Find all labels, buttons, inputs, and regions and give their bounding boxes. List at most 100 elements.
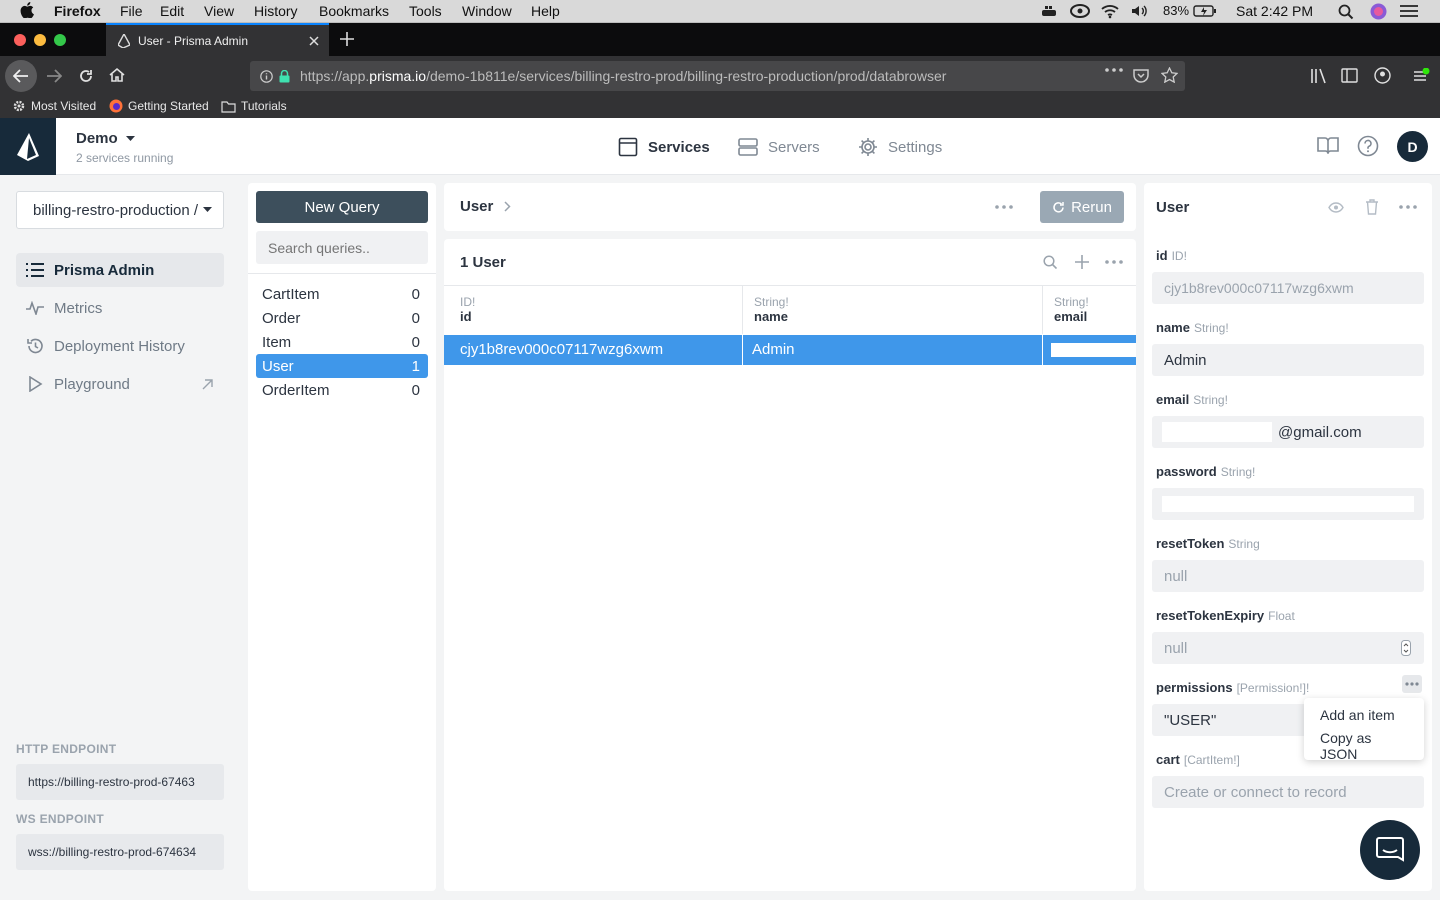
info-icon[interactable] bbox=[260, 69, 273, 83]
search-queries-input[interactable] bbox=[256, 231, 428, 264]
docker-icon[interactable] bbox=[1040, 4, 1060, 18]
field-email-input[interactable]: @gmail.com bbox=[1152, 416, 1424, 448]
account-icon[interactable] bbox=[1374, 67, 1391, 84]
sidebar-item-metrics[interactable]: Metrics bbox=[16, 291, 224, 325]
siri-icon[interactable] bbox=[1370, 3, 1387, 20]
bookmark-label: Tutorials bbox=[241, 99, 287, 113]
more-options-icon[interactable] bbox=[1105, 260, 1123, 264]
menu-item-copy-json[interactable]: Copy as JSON bbox=[1304, 729, 1424, 762]
more-options-icon[interactable] bbox=[1399, 205, 1417, 209]
bookmark-star-icon[interactable] bbox=[1161, 67, 1178, 83]
column-header-name[interactable]: String! name bbox=[743, 286, 1043, 334]
user-avatar[interactable]: D bbox=[1397, 131, 1428, 162]
permissions-more-button[interactable] bbox=[1402, 675, 1422, 693]
http-endpoint-field[interactable]: https://billing-restro-prod-67463 bbox=[16, 764, 224, 800]
prisma-logo[interactable] bbox=[0, 118, 56, 175]
notification-center-icon[interactable] bbox=[1400, 5, 1418, 17]
rerun-button[interactable]: Rerun bbox=[1040, 191, 1124, 223]
window-minimize-button[interactable] bbox=[34, 34, 46, 46]
bookmark-getting-started[interactable]: Getting Started bbox=[109, 99, 209, 113]
table-row[interactable]: cjy1b8rev000c07117wzg6xwm Admin bbox=[444, 335, 1136, 365]
page-actions-icon[interactable] bbox=[1105, 68, 1123, 72]
model-item-orderitem[interactable]: OrderItem 0 bbox=[256, 379, 428, 401]
add-record-icon[interactable] bbox=[1075, 255, 1089, 269]
column-header-email[interactable]: String! email bbox=[1043, 286, 1136, 334]
breadcrumb-model[interactable]: User bbox=[460, 198, 493, 215]
spotlight-search-icon[interactable] bbox=[1338, 4, 1354, 20]
menu-edit[interactable]: Edit bbox=[160, 3, 184, 19]
menu-app-name[interactable]: Firefox bbox=[54, 3, 101, 19]
battery-icon[interactable] bbox=[1193, 5, 1217, 17]
eye-icon[interactable] bbox=[1328, 202, 1344, 213]
sidebar-toggle-icon[interactable] bbox=[1341, 68, 1358, 83]
new-query-button[interactable]: New Query bbox=[256, 191, 428, 223]
hamburger-menu-icon[interactable] bbox=[1412, 68, 1430, 84]
chat-launcher-button[interactable] bbox=[1360, 820, 1420, 880]
settings-gear-icon bbox=[859, 138, 877, 156]
model-item-cartitem[interactable]: CartItem 0 bbox=[256, 283, 428, 305]
sidebar-item-deployment-history[interactable]: Deployment History bbox=[16, 329, 224, 363]
library-icon[interactable] bbox=[1310, 68, 1328, 84]
search-icon[interactable] bbox=[1043, 255, 1057, 269]
model-item-item[interactable]: Item 0 bbox=[256, 331, 428, 353]
menu-help[interactable]: Help bbox=[531, 3, 560, 19]
bookmark-tutorials[interactable]: Tutorials bbox=[221, 99, 287, 113]
field-label-password: password String! bbox=[1156, 464, 1256, 479]
trash-icon[interactable] bbox=[1365, 199, 1379, 215]
more-options-icon[interactable] bbox=[995, 205, 1013, 209]
forward-arrow-icon[interactable] bbox=[46, 69, 62, 83]
back-button[interactable] bbox=[5, 60, 37, 92]
field-label-resettokenexpiry: resetTokenExpiry Float bbox=[1156, 608, 1295, 623]
number-stepper-icon[interactable] bbox=[1401, 640, 1411, 656]
browser-tab-active[interactable]: User - Prisma Admin bbox=[106, 23, 329, 56]
bookmark-most-visited[interactable]: Most Visited bbox=[12, 99, 96, 113]
volume-icon[interactable] bbox=[1130, 4, 1150, 18]
detail-title: User bbox=[1156, 199, 1190, 216]
tab-close-icon[interactable] bbox=[309, 35, 319, 46]
services-running: 2 services running bbox=[76, 151, 174, 165]
cell-email-redacted[interactable] bbox=[1051, 343, 1136, 357]
workspace-selector[interactable]: Demo bbox=[76, 130, 135, 147]
menu-tools[interactable]: Tools bbox=[409, 3, 442, 19]
window-close-button[interactable] bbox=[14, 34, 26, 46]
field-name-input[interactable]: Admin bbox=[1152, 344, 1424, 376]
cell-id[interactable]: cjy1b8rev000c07117wzg6xwm bbox=[444, 335, 743, 365]
menu-file[interactable]: File bbox=[120, 3, 143, 19]
menu-view[interactable]: View bbox=[204, 3, 234, 19]
menu-history[interactable]: History bbox=[254, 3, 298, 19]
field-cart-input[interactable]: Create or connect to record bbox=[1152, 776, 1424, 808]
wifi-icon[interactable] bbox=[1100, 3, 1120, 19]
column-header-id[interactable]: ID! id bbox=[444, 286, 743, 334]
help-icon[interactable] bbox=[1357, 135, 1379, 157]
field-resettokenexpiry-input[interactable]: null bbox=[1152, 632, 1424, 664]
window-zoom-button[interactable] bbox=[54, 34, 66, 46]
nav-tab-servers[interactable]: Servers bbox=[738, 134, 820, 160]
new-tab-icon[interactable] bbox=[340, 32, 354, 46]
docs-book-icon[interactable] bbox=[1317, 136, 1339, 154]
menu-window[interactable]: Window bbox=[462, 3, 512, 19]
chevron-right-icon[interactable] bbox=[504, 201, 511, 212]
cell-name[interactable]: Admin bbox=[743, 335, 1043, 365]
model-item-order[interactable]: Order 0 bbox=[256, 307, 428, 329]
field-password-input[interactable] bbox=[1152, 488, 1424, 520]
reload-icon[interactable] bbox=[78, 68, 94, 84]
menu-item-add-item[interactable]: Add an item bbox=[1304, 706, 1424, 729]
sidebar-item-playground[interactable]: Playground bbox=[16, 367, 224, 401]
apple-icon[interactable] bbox=[20, 2, 34, 18]
url-bar[interactable]: https://app. prisma.io/demo-1b811e/servic… bbox=[250, 61, 1185, 91]
model-item-user-selected[interactable]: User 1 bbox=[256, 354, 428, 378]
creative-cloud-icon[interactable] bbox=[1070, 4, 1090, 18]
service-selector[interactable]: billing-restro-production / bbox=[16, 191, 224, 229]
pocket-icon[interactable] bbox=[1133, 68, 1149, 83]
nav-tab-services[interactable]: Services bbox=[618, 134, 710, 160]
ws-endpoint-field[interactable]: wss://billing-restro-prod-674634 bbox=[16, 834, 224, 870]
nav-tab-settings[interactable]: Settings bbox=[858, 134, 942, 160]
redacted-block bbox=[1162, 496, 1414, 512]
menu-bookmarks[interactable]: Bookmarks bbox=[319, 3, 389, 19]
home-icon[interactable] bbox=[109, 67, 125, 83]
url-path: /demo-1b811e/services/billing-restro-pro… bbox=[426, 68, 947, 84]
sidebar-item-prisma-admin[interactable]: Prisma Admin bbox=[16, 253, 224, 287]
model-name: OrderItem bbox=[262, 381, 330, 399]
field-resettoken-input[interactable]: null bbox=[1152, 560, 1424, 592]
menu-clock[interactable]: Sat 2:42 PM bbox=[1236, 3, 1313, 19]
